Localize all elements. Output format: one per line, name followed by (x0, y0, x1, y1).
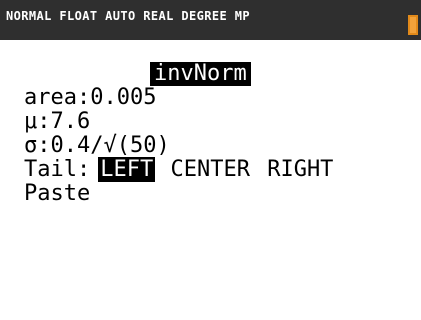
mu-label: μ: (24, 109, 51, 134)
paste-option[interactable]: Paste (24, 182, 90, 206)
invnorm-menu: invNorm area:0.005 μ:7.6 σ:0.4/√(50) Tai… (0, 40, 421, 320)
status-bar: NORMAL FLOAT AUTO REAL DEGREE MP (0, 0, 421, 40)
tail-option-center[interactable]: CENTER (168, 157, 251, 182)
mu-value[interactable]: 7.6 (51, 109, 91, 134)
menu-title: invNorm (150, 62, 251, 86)
battery-icon (408, 15, 418, 35)
tail-label: Tail: (24, 157, 91, 182)
area-value[interactable]: 0.005 (90, 85, 156, 110)
calculator-screen: NORMAL FLOAT AUTO REAL DEGREE MP invNorm… (0, 0, 421, 320)
tail-option-left[interactable]: LEFT (98, 157, 156, 182)
area-field[interactable]: area:0.005 (24, 86, 156, 110)
tail-option-right[interactable]: RIGHT (265, 157, 335, 182)
sigma-label: σ: (24, 133, 51, 158)
tail-field: Tail: LEFT CENTER RIGHT (24, 157, 335, 182)
mu-field[interactable]: μ:7.6 (24, 110, 90, 134)
area-label: area: (24, 85, 91, 110)
sigma-field[interactable]: σ:0.4/√(50) (24, 134, 170, 158)
sigma-value[interactable]: 0.4/√(50) (51, 133, 170, 158)
status-bar-text: NORMAL FLOAT AUTO REAL DEGREE MP (6, 9, 250, 23)
